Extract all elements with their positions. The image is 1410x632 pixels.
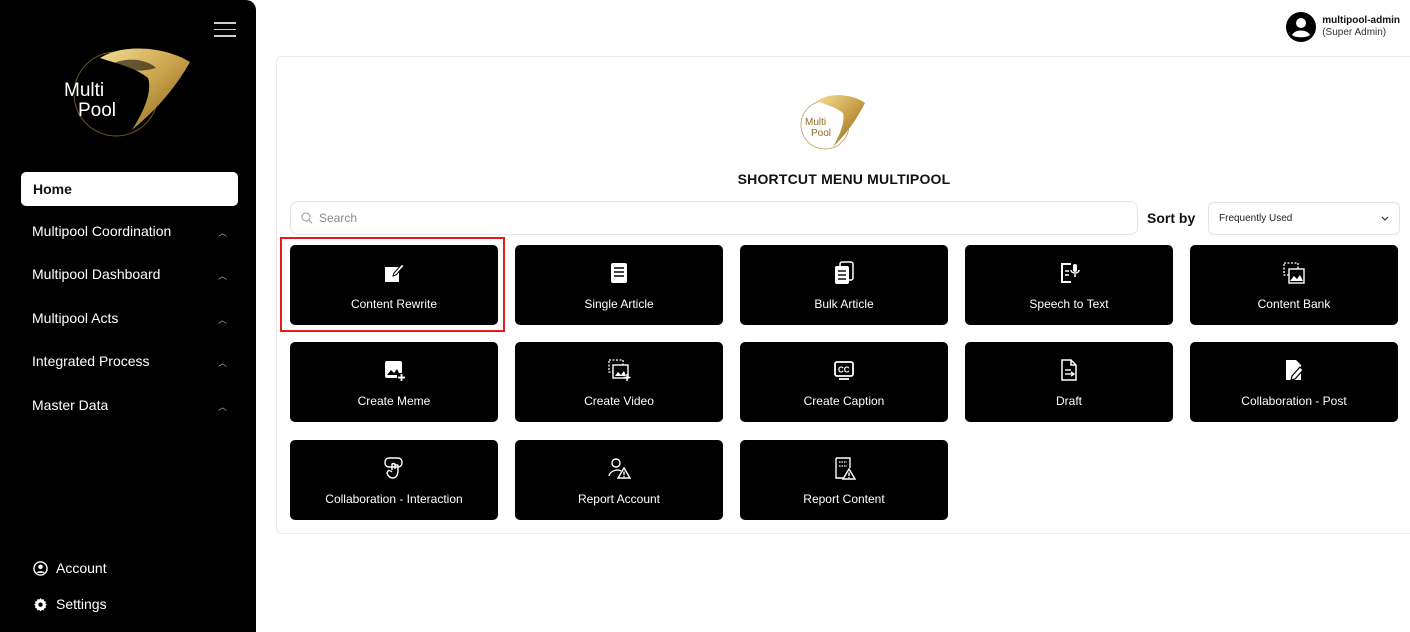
tile-label: Speech to Text	[1029, 297, 1109, 311]
tile-draft[interactable]: Draft	[965, 342, 1173, 422]
tile-label: Bulk Article	[814, 297, 874, 311]
nav-label: Multipool Acts	[32, 310, 119, 326]
chevron-up-icon: ︿	[218, 402, 228, 412]
settings-link[interactable]: Settings	[33, 596, 107, 612]
tile-label: Create Caption	[803, 394, 885, 408]
edit-icon	[385, 263, 405, 282]
tile-bulk-article[interactable]: Bulk Article	[740, 245, 948, 325]
draft-icon	[1061, 359, 1077, 381]
svg-text:Multi: Multi	[805, 117, 826, 128]
user-warning-icon	[608, 458, 631, 479]
nav-multipool-coordination[interactable]: Multipool Coordination ︿	[32, 219, 228, 243]
chevron-up-icon: ︿	[218, 358, 228, 368]
gear-icon	[34, 597, 47, 611]
nav-label: Multipool Dashboard	[32, 266, 161, 282]
menu-toggle-icon[interactable]	[214, 22, 236, 38]
user-info: multipool-admin (Super Admin)	[1322, 15, 1400, 39]
sort-value: Frequently Used	[1219, 213, 1293, 224]
svg-text:Multi: Multi	[64, 80, 104, 101]
cc-icon: CC	[834, 361, 854, 380]
tile-label: Draft	[1055, 394, 1082, 408]
search-icon	[301, 212, 313, 224]
tile-collaboration-post[interactable]: Collaboration - Post	[1190, 342, 1398, 422]
tile-label: Single Article	[584, 297, 654, 311]
sidebar: Multi Pool Home Multipool Coordination ︿…	[0, 0, 256, 632]
search-input[interactable]	[319, 211, 1099, 225]
user-role: (Super Admin)	[1322, 27, 1387, 38]
account-circle-icon	[33, 560, 48, 576]
page-title: SHORTCUT MENU MULTIPOOL	[737, 171, 951, 187]
tile-report-account[interactable]: Report Account	[515, 440, 723, 520]
tile-label: Create Meme	[357, 394, 431, 408]
svg-text:Pool: Pool	[811, 128, 831, 139]
video-add-icon	[608, 359, 631, 381]
tile-label: Content Rewrite	[350, 297, 438, 311]
user-name: multipool-admin	[1322, 15, 1400, 26]
tile-label: Create Video	[584, 394, 654, 408]
chevron-down-icon	[1381, 216, 1389, 221]
svg-text:Pool: Pool	[78, 100, 116, 121]
shortcut-panel: Multi Pool SHORTCUT MENU MULTIPOOL Sort …	[276, 56, 1410, 534]
chevron-up-icon: ︿	[218, 315, 228, 325]
tile-content-rewrite[interactable]: Content Rewrite	[290, 245, 498, 325]
nav-label: Multipool Coordination	[32, 223, 172, 239]
svg-text:CC: CC	[838, 366, 850, 375]
nav-master-data[interactable]: Master Data ︿	[32, 393, 228, 417]
chevron-up-icon: ︿	[218, 271, 228, 281]
content-warning-icon	[835, 457, 856, 480]
tile-create-caption[interactable]: CC Create Caption	[740, 342, 948, 422]
nav-multipool-acts[interactable]: Multipool Acts ︿	[32, 306, 228, 330]
image-bank-icon	[1283, 262, 1305, 284]
post-edit-icon	[1286, 360, 1304, 381]
sort-select[interactable]: Frequently Used	[1208, 202, 1400, 235]
user-menu[interactable]: multipool-admin (Super Admin)	[1286, 12, 1400, 42]
speech-to-text-icon	[1061, 263, 1080, 283]
nav-multipool-dashboard[interactable]: Multipool Dashboard ︿	[32, 262, 228, 286]
tile-collaboration-interaction[interactable]: Collaboration - Interaction	[290, 440, 498, 520]
tile-label: Collaboration - Post	[1241, 394, 1347, 408]
tile-report-content[interactable]: Report Content	[740, 440, 948, 520]
tile-speech-to-text[interactable]: Speech to Text	[965, 245, 1173, 325]
tile-content-bank[interactable]: Content Bank	[1190, 245, 1398, 325]
nav-label: Integrated Process	[32, 353, 150, 369]
account-label: Account	[56, 560, 107, 576]
account-link[interactable]: Account	[33, 560, 107, 576]
tile-create-meme[interactable]: Create Meme	[290, 342, 498, 422]
multipool-logo: Multi Pool	[64, 48, 190, 137]
chevron-up-icon: ︿	[218, 228, 228, 238]
user-avatar-icon	[1286, 12, 1317, 42]
nav-integrated-process[interactable]: Integrated Process ︿	[32, 349, 228, 373]
tile-create-video[interactable]: Create Video	[515, 342, 723, 422]
tile-label: Content Bank	[1257, 297, 1331, 311]
nav-label: Master Data	[32, 397, 109, 413]
settings-label: Settings	[56, 596, 107, 612]
nav-home[interactable]: Home	[21, 172, 238, 206]
tile-label: Report Content	[803, 492, 885, 506]
tile-single-article[interactable]: Single Article	[515, 245, 723, 325]
image-add-icon	[385, 361, 406, 382]
tile-label: Report Account	[577, 492, 661, 506]
touch-icon	[384, 457, 403, 479]
multipool-logo: Multi Pool	[800, 95, 865, 150]
search-box[interactable]	[290, 201, 1138, 235]
tile-label: Collaboration - Interaction	[325, 492, 463, 506]
sort-label: Sort by	[1147, 210, 1196, 226]
bulk-article-icon	[835, 261, 854, 284]
article-icon	[611, 263, 627, 283]
